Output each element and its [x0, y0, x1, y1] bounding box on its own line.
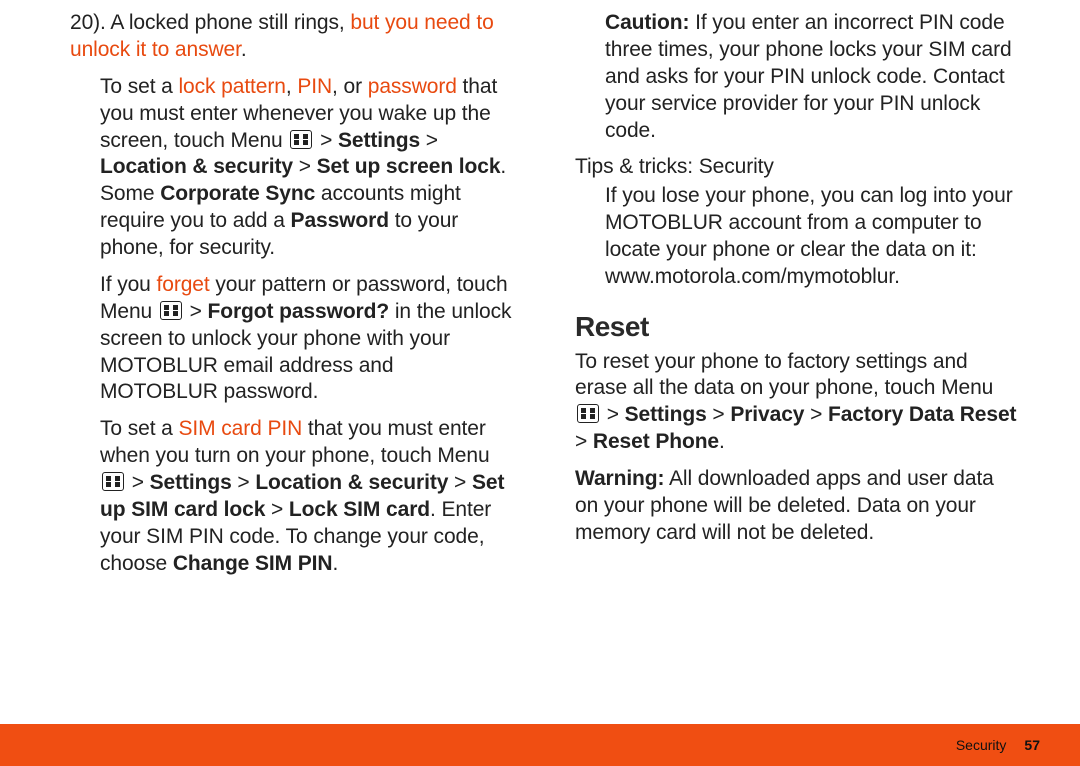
text: > — [265, 498, 289, 521]
page-content: 20). A locked phone still rings, but you… — [0, 0, 1080, 724]
text: , or — [332, 75, 368, 98]
label-caution: Caution: — [605, 11, 689, 34]
left-p2: To set a lock pattern, PIN, or password … — [70, 74, 515, 262]
link-motoblur[interactable]: www.motorola.com/mymotoblur — [605, 265, 894, 288]
text: . — [719, 430, 725, 453]
text: > — [601, 403, 625, 426]
nav-location-security: Location & security — [255, 471, 448, 494]
footer-section: Security — [956, 737, 1007, 753]
left-column: 20). A locked phone still rings, but you… — [70, 10, 515, 724]
text: If you lose your phone, you can log into… — [605, 184, 1013, 261]
menu-icon — [577, 404, 599, 423]
text: > — [126, 471, 150, 494]
text: To set a — [100, 417, 178, 440]
text: > — [184, 300, 208, 323]
nav-lock-sim-card: Lock SIM card — [289, 498, 430, 521]
highlight-password: password — [368, 75, 457, 98]
nav-settings: Settings — [338, 129, 420, 152]
text: To set a — [100, 75, 178, 98]
left-p1: 20). A locked phone still rings, but you… — [70, 10, 515, 64]
page-footer: Security 57 — [0, 724, 1080, 766]
document-page: 20). A locked phone still rings, but you… — [0, 0, 1080, 766]
left-p3: If you forget your pattern or password, … — [70, 272, 515, 406]
highlight-sim-card-pin: SIM card PIN — [178, 417, 302, 440]
nav-reset-phone: Reset Phone — [593, 430, 719, 453]
left-p4: To set a SIM card PIN that you must ente… — [70, 416, 515, 577]
nav-settings: Settings — [150, 471, 232, 494]
text: > — [293, 155, 317, 178]
subhead-tips-tricks: Tips & tricks: Security — [575, 154, 1020, 181]
right-column: Caution: If you enter an incorrect PIN c… — [575, 10, 1020, 724]
text: > — [448, 471, 472, 494]
text: . — [241, 38, 247, 61]
text: If you — [100, 273, 157, 296]
nav-setup-screen-lock: Set up screen lock — [317, 155, 501, 178]
text: > — [575, 430, 593, 453]
nav-privacy: Privacy — [730, 403, 804, 426]
text: > — [707, 403, 731, 426]
term-password: Password — [291, 209, 389, 232]
footer-page-number: 57 — [1024, 737, 1040, 753]
text: > — [804, 403, 828, 426]
highlight-lock-pattern: lock pattern — [178, 75, 285, 98]
text: 20). A locked phone still rings, — [70, 11, 350, 34]
text: > — [420, 129, 438, 152]
text: , — [286, 75, 297, 98]
text: . — [894, 265, 900, 288]
text: To reset your phone to factory settings … — [575, 350, 993, 400]
right-p3: To reset your phone to factory settings … — [575, 349, 1020, 457]
menu-icon — [290, 130, 312, 149]
text: > — [314, 129, 338, 152]
menu-icon — [102, 472, 124, 491]
heading-reset: Reset — [575, 309, 1020, 345]
nav-change-sim-pin: Change SIM PIN — [173, 552, 333, 575]
right-p4: Warning: All downloaded apps and user da… — [575, 466, 1020, 547]
text: . — [332, 552, 338, 575]
highlight-pin: PIN — [297, 75, 332, 98]
text: > — [232, 471, 256, 494]
nav-settings: Settings — [625, 403, 707, 426]
menu-icon — [160, 301, 182, 320]
nav-forgot-password: Forgot password? — [208, 300, 390, 323]
highlight-forget: forget — [157, 273, 210, 296]
right-p2: If you lose your phone, you can log into… — [575, 183, 1020, 291]
nav-factory-data-reset: Factory Data Reset — [828, 403, 1016, 426]
label-warning: Warning: — [575, 467, 664, 490]
nav-location-security: Location & security — [100, 155, 293, 178]
term-corporate-sync: Corporate Sync — [160, 182, 315, 205]
right-p1: Caution: If you enter an incorrect PIN c… — [575, 10, 1020, 144]
